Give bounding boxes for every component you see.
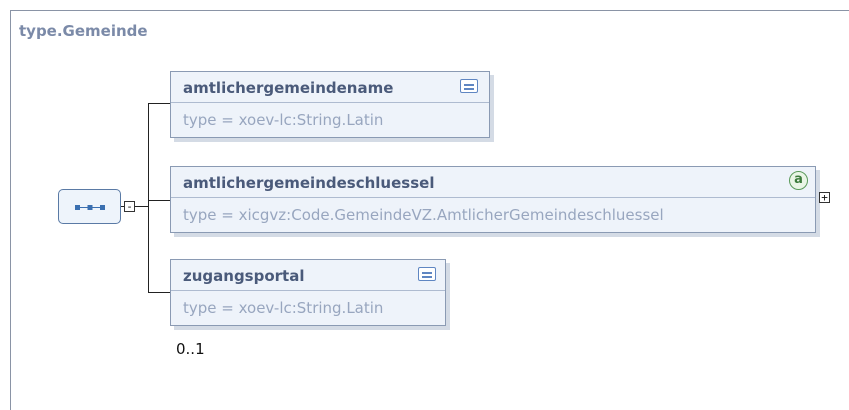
element-zugangsportal[interactable]: zugangsportal type = xoev-lc:String.Lati… [170,259,450,330]
element-type: type = xoev-lc:String.Latin [183,111,384,129]
element-type: type = xicgvz:Code.GemeindeVZ.AmtlicherG… [183,206,664,224]
documentation-icon[interactable] [418,267,436,281]
expand-toggle[interactable]: + [819,192,830,203]
element-amtlichergemeindeschluessel[interactable]: amtlichergemeindeschluessel type = xicgv… [170,166,820,237]
sequence-connector[interactable] [58,189,121,224]
branch-line-3 [148,292,170,293]
branch-line-1 [148,103,170,104]
collapse-toggle[interactable]: - [124,201,135,212]
branch-trunk-line [148,103,149,293]
element-name: amtlichergemeindename [183,79,394,97]
element-type: type = xoev-lc:String.Latin [183,299,384,317]
complex-type-title: type.Gemeinde [19,22,148,40]
documentation-icon[interactable] [460,79,478,93]
element-name: zugangsportal [183,267,305,285]
attribute-icon[interactable]: a [789,171,808,190]
element-amtlichergemeindename[interactable]: amtlichergemeindename type = xoev-lc:Str… [170,71,494,142]
element-name: amtlichergemeindeschluessel [183,174,435,192]
occurrence-label: 0..1 [176,340,205,358]
sequence-dots-icon [75,205,105,210]
branch-line [135,206,149,207]
branch-line-2 [148,200,170,201]
